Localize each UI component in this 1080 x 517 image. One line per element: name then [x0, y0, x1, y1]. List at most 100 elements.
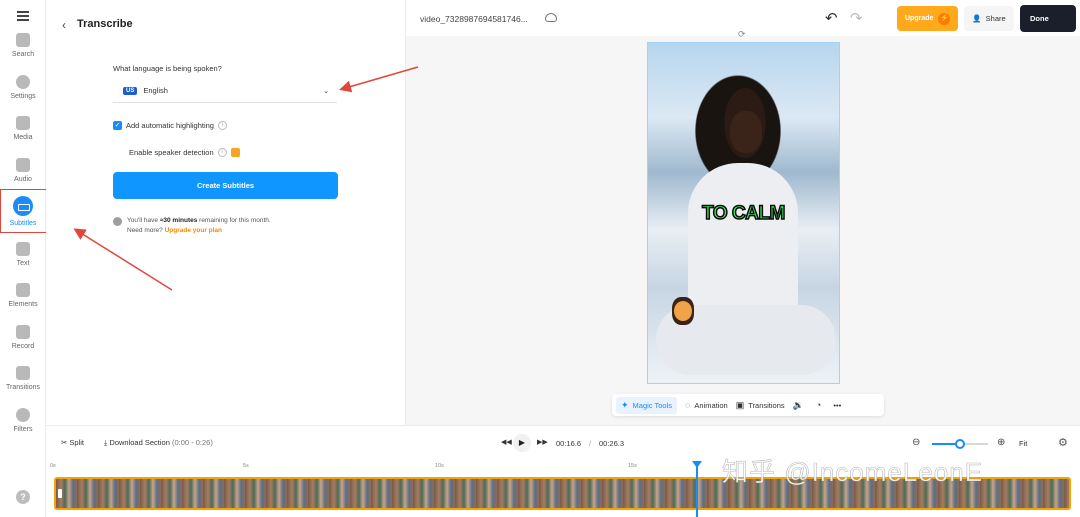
- total-time: 00:26.3: [599, 439, 625, 448]
- auto-highlight-row: ✓ Add automatic highlighting i: [113, 121, 227, 130]
- ruler-tick: 10s: [435, 463, 444, 469]
- skip-forward-icon[interactable]: ▶▶: [537, 438, 548, 446]
- text-icon: [16, 242, 30, 256]
- transitions-button[interactable]: ▣ Transitions: [736, 400, 785, 411]
- animation-button[interactable]: ◌ Animation: [685, 400, 728, 410]
- sidebar-item-settings[interactable]: Settings: [0, 75, 46, 100]
- lightning-icon: ⚡: [938, 12, 951, 25]
- create-subtitles-button[interactable]: Create Subtitles: [113, 172, 338, 199]
- download-range: (0:00 - 0:26): [171, 438, 213, 447]
- magic-tools-label: Magic Tools: [632, 400, 673, 410]
- time-separator: /: [589, 439, 592, 448]
- current-time: 00:16.6: [556, 439, 582, 448]
- zoom-in-icon[interactable]: ⊕: [997, 437, 1005, 448]
- transitions-icon: [16, 366, 30, 380]
- sidebar-item-transitions[interactable]: Transitions: [0, 366, 46, 391]
- auto-highlight-label: Add automatic highlighting: [126, 121, 214, 130]
- sidebar-item-label: Filters: [13, 426, 33, 433]
- upgrade-button[interactable]: Upgrade ⚡: [897, 6, 958, 31]
- rotate-handle-icon[interactable]: ⟳: [738, 29, 746, 40]
- cloud-sync-icon: [545, 13, 557, 22]
- skip-back-icon[interactable]: ◀◀: [501, 438, 512, 446]
- info-icon[interactable]: i: [217, 121, 227, 130]
- quota-info: You'll have ≈30 minutes remaining for th…: [113, 216, 271, 236]
- timeline-settings-icon[interactable]: ⚙: [1058, 436, 1068, 449]
- done-button[interactable]: Done: [1020, 5, 1076, 32]
- sidebar-item-label: Transitions: [6, 384, 40, 391]
- chevron-down-icon: ⌄: [323, 87, 329, 95]
- magic-wand-icon: ✦: [621, 399, 629, 410]
- figure-face: [730, 111, 762, 153]
- volume-button[interactable]: 🔉: [793, 400, 808, 411]
- sidebar-item-elements[interactable]: Elements: [0, 283, 46, 308]
- transitions-icon: ▣: [735, 399, 745, 410]
- record-icon: [16, 325, 30, 339]
- info-icon[interactable]: i: [217, 147, 227, 157]
- play-icon[interactable]: ▶: [513, 434, 531, 452]
- speaker-detection-row[interactable]: Enable speaker detection i: [113, 143, 240, 161]
- subtitle-caption[interactable]: TO CALM: [648, 202, 839, 225]
- zoom-slider-knob[interactable]: [955, 439, 965, 449]
- video-preview[interactable]: TO CALM: [647, 42, 840, 384]
- watermark-text: 知乎 @IncomeLeonE: [722, 457, 984, 488]
- filters-icon: [16, 408, 30, 422]
- sidebar-item-label: Settings: [10, 93, 36, 100]
- sidebar-item-label: Text: [16, 260, 30, 267]
- animation-icon: ◌: [685, 400, 691, 410]
- help-icon[interactable]: ?: [16, 490, 30, 504]
- zoom-slider[interactable]: [932, 439, 988, 449]
- sidebar-item-label: Record: [11, 343, 35, 350]
- auto-highlight-checkbox[interactable]: ✓: [113, 121, 122, 130]
- premium-crown-icon: [230, 147, 240, 157]
- sidebar-item-audio[interactable]: Audio: [0, 158, 46, 183]
- speed-icon: ◔: [815, 400, 822, 410]
- more-button[interactable]: •••: [833, 401, 841, 410]
- back-icon[interactable]: ‹: [62, 18, 66, 32]
- split-button[interactable]: ✂ Split: [61, 438, 84, 447]
- transcribe-panel: ‹ Transcribe What language is being spok…: [46, 0, 406, 425]
- need-more-text: Need more?: [127, 227, 163, 234]
- canvas-toolbar: ✦ Magic Tools ◌ Animation ▣ Transitions …: [612, 394, 884, 416]
- left-rail: Search Settings Media Audio Subtitles Te…: [0, 0, 46, 517]
- menu-icon[interactable]: [17, 11, 29, 21]
- volume-icon: 🔉: [792, 399, 804, 410]
- gear-icon: [16, 75, 30, 89]
- scissors-icon: ✂: [61, 438, 68, 447]
- ruler-tick: 0s: [50, 463, 56, 469]
- share-button[interactable]: 👤 Share: [964, 6, 1014, 31]
- sidebar-item-record[interactable]: Record: [0, 325, 46, 350]
- zoom-out-icon[interactable]: ⊖: [912, 437, 920, 448]
- ruler-tick: 15s: [628, 463, 637, 469]
- clip-trim-handle[interactable]: [58, 489, 62, 498]
- glowing-orb: [674, 301, 692, 321]
- undo-icon[interactable]: ↶: [825, 9, 838, 27]
- quota-text: You'll have ≈30 minutes remaining for th…: [127, 216, 271, 236]
- sidebar-item-text[interactable]: Text: [0, 242, 46, 267]
- quota-suffix: remaining for this month.: [199, 217, 271, 224]
- sidebar-item-label: Search: [11, 51, 35, 58]
- download-label: Download Section: [109, 438, 170, 447]
- transitions-label: Transitions: [748, 400, 785, 410]
- plus-icon: [16, 116, 30, 130]
- magic-tools-button[interactable]: ✦ Magic Tools: [616, 396, 678, 414]
- shapes-icon: [16, 283, 30, 297]
- speed-button[interactable]: ◔: [816, 400, 825, 410]
- quota-amount: ≈30 minutes: [159, 217, 198, 224]
- sidebar-item-label: Audio: [14, 176, 32, 183]
- panel-title: Transcribe: [77, 18, 133, 30]
- language-select[interactable]: US English ⌄: [113, 79, 337, 103]
- sidebar-item-media[interactable]: Media: [0, 116, 46, 141]
- speaker-detection-label: Enable speaker detection: [129, 147, 214, 157]
- project-filename[interactable]: video_7328987694581746...: [420, 14, 528, 24]
- ruler-tick: 5s: [243, 463, 249, 469]
- sidebar-item-filters[interactable]: Filters: [0, 408, 46, 433]
- share-label: Share: [985, 14, 1006, 23]
- download-icon: ⤓: [104, 438, 108, 447]
- language-question: What language is being spoken?: [113, 64, 222, 73]
- fit-button[interactable]: Fit: [1019, 439, 1027, 448]
- upgrade-plan-link[interactable]: Upgrade your plan: [165, 227, 222, 234]
- split-label: Split: [69, 438, 84, 447]
- redo-icon[interactable]: ↷: [850, 9, 863, 27]
- download-section-button[interactable]: ⤓ Download Section (0:00 - 0:26): [104, 438, 213, 448]
- sidebar-item-search[interactable]: Search: [0, 33, 46, 58]
